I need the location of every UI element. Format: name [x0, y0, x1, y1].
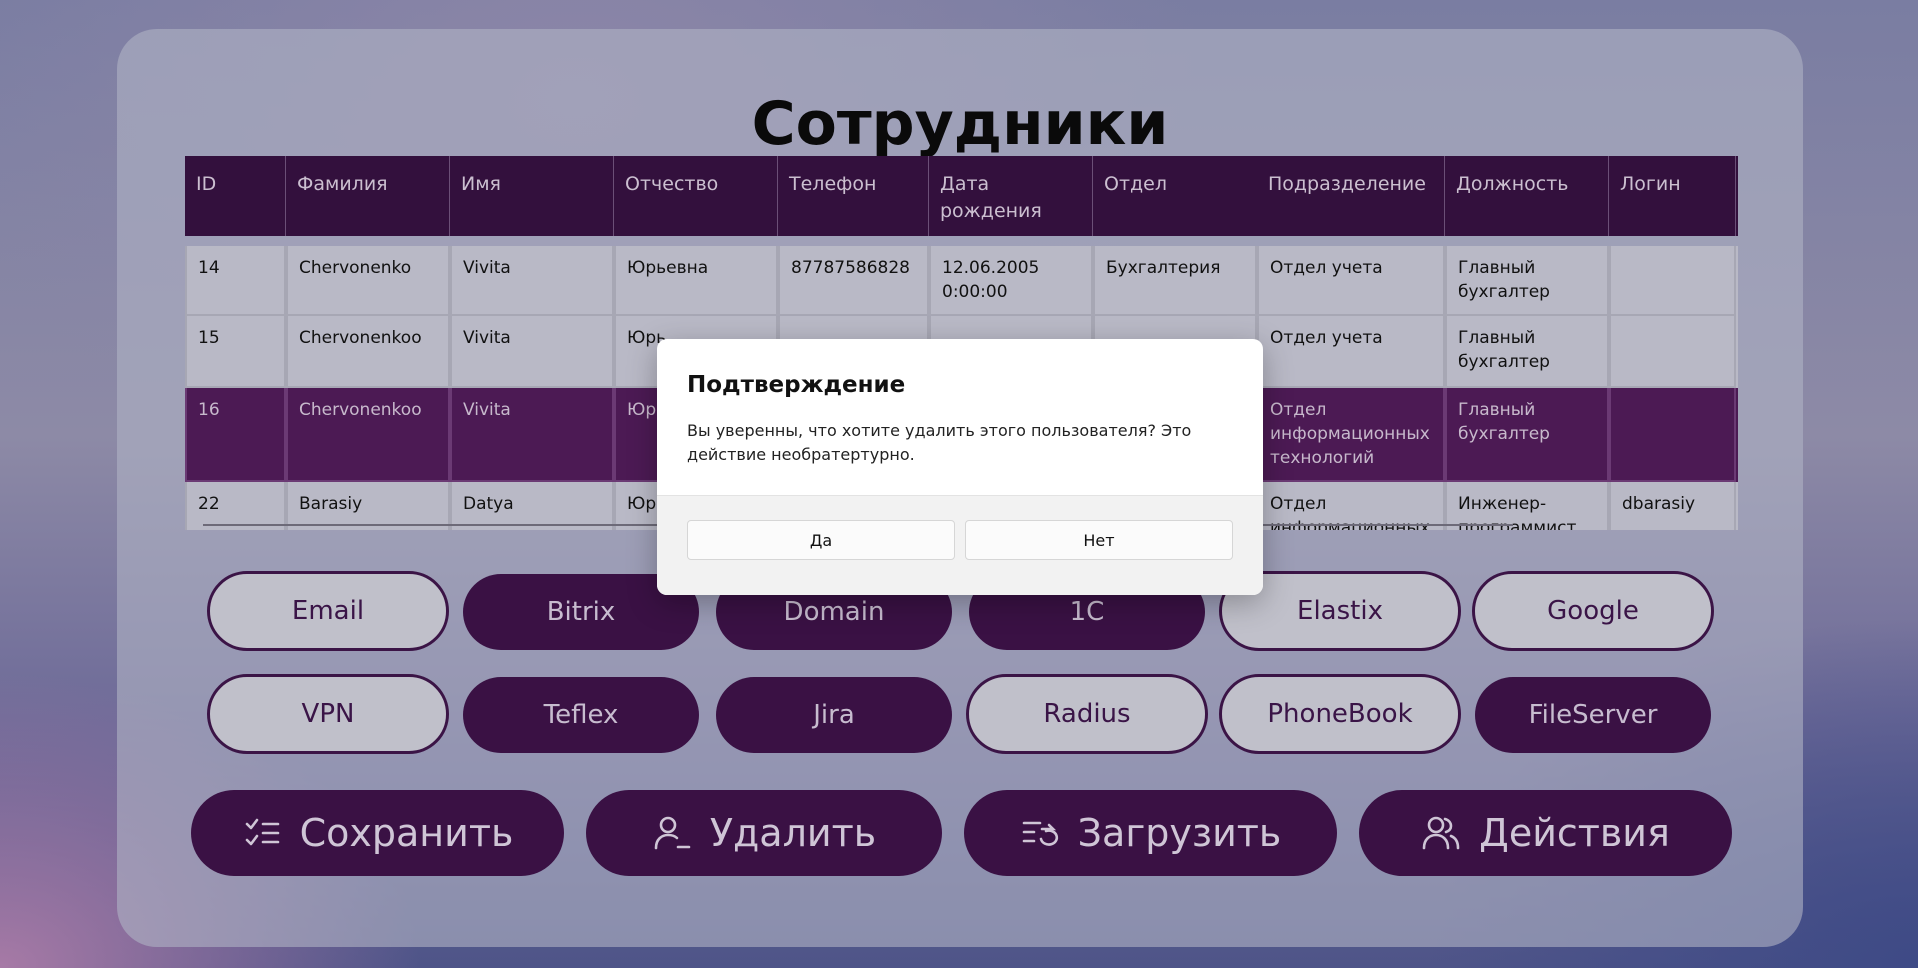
no-button[interactable]: Нет — [965, 520, 1233, 560]
yes-button[interactable]: Да — [687, 520, 955, 560]
confirmation-dialog: Подтверждение Вы уверенны, что хотите уд… — [657, 339, 1263, 595]
dialog-title: Подтверждение — [687, 372, 906, 398]
modal-overlay: Подтверждение Вы уверенны, что хотите уд… — [0, 0, 1918, 968]
dialog-message: Вы уверенны, что хотите удалить этого по… — [687, 421, 1192, 464]
